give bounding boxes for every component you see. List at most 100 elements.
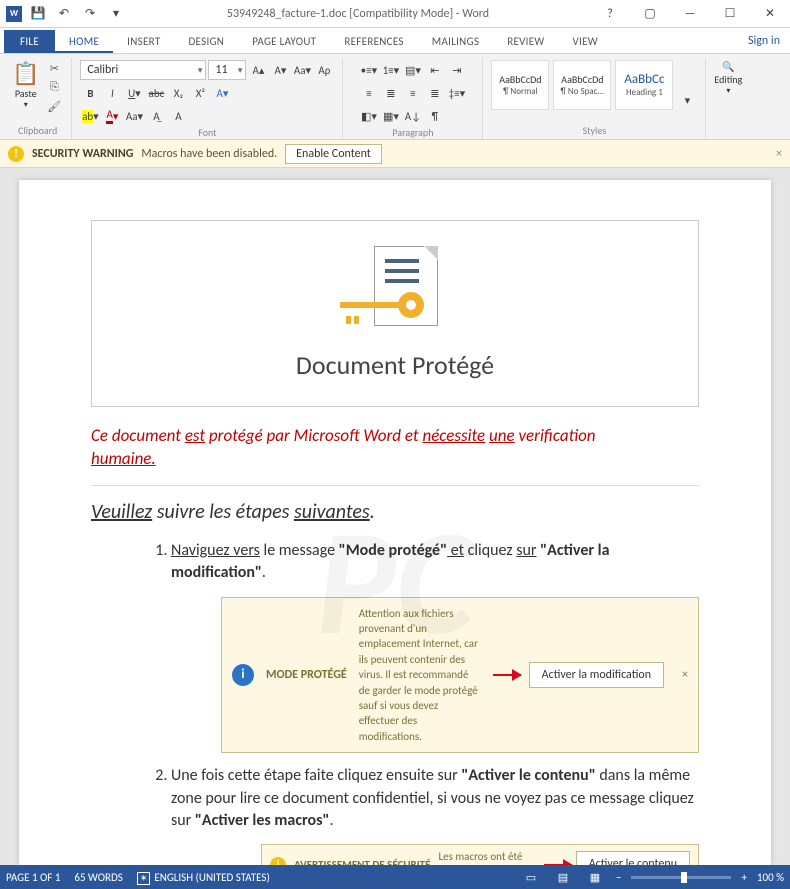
help-icon[interactable]: ? <box>590 0 630 28</box>
signin-link[interactable]: Sign in <box>738 29 790 53</box>
qat-redo-icon[interactable]: ↷ <box>80 4 100 24</box>
protected-doc-icon <box>340 246 450 341</box>
tab-view[interactable]: VIEW <box>559 30 612 53</box>
status-lang[interactable]: ✶ENGLISH (UNITED STATES) <box>137 871 270 884</box>
font-name-select[interactable]: Calibri <box>80 60 206 80</box>
increase-indent-icon[interactable]: ⇥ <box>447 60 467 80</box>
grow-font-icon[interactable]: A▴ <box>248 60 268 80</box>
strike-button[interactable]: abc <box>146 83 166 103</box>
align-right-icon[interactable]: ≡ <box>403 83 423 103</box>
font-color-button[interactable]: A▾ <box>102 106 122 126</box>
view-web-icon[interactable]: ▦ <box>584 868 606 886</box>
status-page[interactable]: PAGE 1 OF 1 <box>6 871 60 884</box>
multilevel-icon[interactable]: ▤▾ <box>403 60 423 80</box>
group-styles: AaBbCcDd ¶ Normal AaBbCcDd ¶ No Spac... … <box>483 58 706 139</box>
banner-title: Document Protégé <box>296 349 494 381</box>
align-center-icon[interactable]: ≣ <box>381 83 401 103</box>
line-spacing-icon[interactable]: ‡≡▾ <box>447 83 467 103</box>
shading-icon[interactable]: ◧▾ <box>359 106 379 126</box>
warning-icon: ! <box>8 146 24 162</box>
borders-icon[interactable]: ▦▾ <box>381 106 401 126</box>
tab-home[interactable]: HOME <box>55 30 113 53</box>
char-shading-icon[interactable]: Aa▾ <box>124 106 144 126</box>
mode-protege-title: MODE PROTÉGÉ <box>266 667 347 684</box>
underline-button[interactable]: U▾ <box>124 83 144 103</box>
cut-icon[interactable]: ✂ <box>45 60 63 76</box>
group-paragraph-label: Paragraph <box>392 126 433 139</box>
format-painter-icon[interactable]: 🖌 <box>45 98 63 114</box>
minimize-icon[interactable]: — <box>670 0 710 28</box>
warning-icon: ! <box>270 857 286 865</box>
superscript-button[interactable]: X² <box>190 83 210 103</box>
statusbar: PAGE 1 OF 1 65 WORDS ✶ENGLISH (UNITED ST… <box>0 865 790 889</box>
style-normal[interactable]: AaBbCcDd ¶ Normal <box>491 60 549 110</box>
style-nospacing[interactable]: AaBbCcDd ¶ No Spac... <box>553 60 611 110</box>
security-close-icon[interactable]: × <box>776 147 782 161</box>
tab-references[interactable]: REFERENCES <box>330 30 417 53</box>
mode-protege-desc: Attention aux fichiers provenant d'un em… <box>359 606 481 745</box>
sort-icon[interactable]: A↓ <box>403 106 423 126</box>
qat-undo-icon[interactable]: ↶ <box>54 4 74 24</box>
change-case-icon[interactable]: Aa▾ <box>292 60 312 80</box>
tab-mailings[interactable]: MAILINGS <box>418 30 493 53</box>
zoom-level[interactable]: 100 % <box>757 871 784 884</box>
close-icon[interactable]: ✕ <box>750 0 790 28</box>
tab-insert[interactable]: INSERT <box>113 30 174 53</box>
view-read-icon[interactable]: ▭ <box>520 868 542 886</box>
ribbon-tabs: FILE HOME INSERT DESIGN PAGE LAYOUT REFE… <box>0 28 790 54</box>
qat-customize-icon[interactable]: ▾ <box>106 4 126 24</box>
tab-review[interactable]: REVIEW <box>493 30 558 53</box>
justify-icon[interactable]: ≣ <box>425 83 445 103</box>
step-1: Naviguez vers le message "Mode protégé" … <box>171 540 699 753</box>
font-size-select[interactable]: 11 <box>208 60 246 80</box>
style-name: ¶ No Spac... <box>561 86 605 97</box>
avertissement-bar: ! AVERTISSEMENT DE SÉCURITÉ Les macros o… <box>261 844 699 865</box>
align-left-icon[interactable]: ≡ <box>359 83 379 103</box>
editing-menu[interactable]: 🔍 Editing ▾ <box>714 60 742 96</box>
text-effects-icon[interactable]: A▾ <box>212 83 232 103</box>
numbering-icon[interactable]: 1≡▾ <box>381 60 401 80</box>
ribbon: 📋 Paste ▾ ✂ ⎘ 🖌 Clipboard Calibri 11 A▴ … <box>0 54 790 140</box>
status-words[interactable]: 65 WORDS <box>74 871 122 884</box>
show-marks-icon[interactable]: ¶ <box>425 106 445 126</box>
zoom-out-icon[interactable]: − <box>616 871 621 884</box>
maximize-icon[interactable]: ☐ <box>710 0 750 28</box>
ribbon-display-icon[interactable]: ▢ <box>630 0 670 28</box>
paste-button[interactable]: 📋 Paste ▾ <box>12 60 39 114</box>
highlight-button[interactable]: ab▾ <box>80 106 100 126</box>
document-area[interactable]: PC Document Protégé Ce document est prot… <box>0 168 790 865</box>
bold-button[interactable]: B <box>80 83 100 103</box>
style-heading1[interactable]: AaBbCc Heading 1 <box>615 60 673 110</box>
tab-file[interactable]: FILE <box>4 30 55 53</box>
style-sample: AaBbCcDd <box>561 73 603 86</box>
protected-banner: Document Protégé <box>91 220 699 407</box>
bullets-icon[interactable]: •≡▾ <box>359 60 379 80</box>
decrease-indent-icon[interactable]: ⇤ <box>425 60 445 80</box>
arrow-icon <box>493 674 521 676</box>
qat-save-icon[interactable]: 💾 <box>28 4 48 24</box>
group-font-label: Font <box>198 126 216 139</box>
clear-format-icon[interactable]: Aρ <box>314 60 334 80</box>
paste-label: Paste <box>15 87 37 100</box>
zoom-slider[interactable] <box>631 876 731 879</box>
subscript-button[interactable]: X₂ <box>168 83 188 103</box>
copy-icon[interactable]: ⎘ <box>45 79 63 95</box>
word-icon: W <box>6 6 22 22</box>
view-print-icon[interactable]: ▤ <box>552 868 574 886</box>
tab-design[interactable]: DESIGN <box>174 30 238 53</box>
style-sample: AaBbCc <box>624 72 664 87</box>
style-sample: AaBbCcDd <box>499 73 541 86</box>
style-name: Heading 1 <box>626 87 663 98</box>
step-2: Une fois cette étape faite cliquez ensui… <box>171 765 699 865</box>
group-editing: 🔍 Editing ▾ <box>706 58 750 139</box>
italic-button[interactable]: I <box>102 83 122 103</box>
styles-more-icon[interactable]: ▾ <box>677 90 697 110</box>
enable-content-button[interactable]: Enable Content <box>285 144 382 164</box>
shrink-font-icon[interactable]: A▾ <box>270 60 290 80</box>
editing-label: Editing <box>714 73 742 86</box>
activer-contenu-button: Activer le contenu <box>576 851 690 865</box>
char-border-icon[interactable]: A <box>168 106 188 126</box>
enclose-chars-icon[interactable]: A̲ <box>146 106 166 126</box>
tab-page-layout[interactable]: PAGE LAYOUT <box>238 30 330 53</box>
zoom-in-icon[interactable]: + <box>741 871 746 884</box>
